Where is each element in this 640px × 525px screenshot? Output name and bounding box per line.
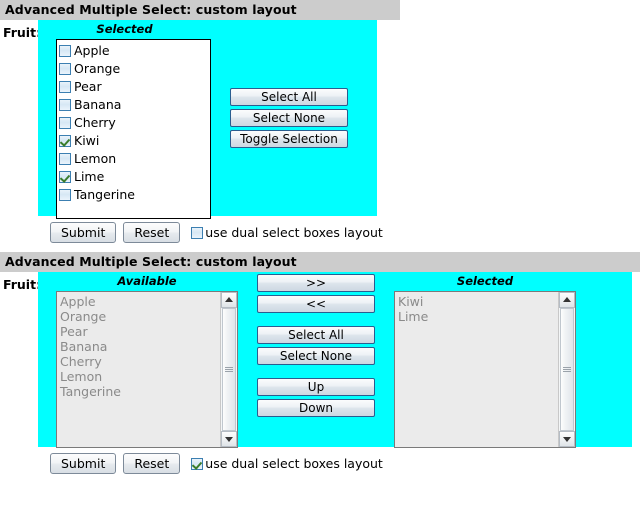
fruit-checkbox-label: Lemon: [74, 151, 117, 166]
scroll-up-arrow-icon[interactable]: [559, 292, 575, 308]
scroll-up-arrow-icon[interactable]: [221, 292, 237, 308]
panel1-dual-layout-label: use dual select boxes layout: [205, 225, 383, 240]
fruit-checkbox-label: Banana: [74, 97, 122, 112]
available-list-item[interactable]: Pear: [60, 324, 220, 339]
fruit-checkbox-row[interactable]: Banana: [59, 96, 210, 114]
fruit-checkbox-icon[interactable]: [59, 63, 71, 75]
scroll-grip-icon: [563, 366, 571, 373]
panel2-actions: Submit Reset use dual select boxes layou…: [0, 447, 640, 476]
fruit-checkbox-icon[interactable]: [59, 171, 71, 183]
panel2-button-column: >> << Select All Select None Up Down: [257, 272, 375, 417]
fruit-checkbox-label: Kiwi: [74, 133, 100, 148]
panel2-dual-layout-toggle[interactable]: use dual select boxes layout: [191, 456, 383, 471]
panel1-header-title: Advanced Multiple Select: custom layout: [0, 0, 400, 20]
fruit-checkbox-label: Lime: [74, 169, 105, 184]
scroll-grip-icon: [225, 366, 233, 373]
fruit-checkbox-label: Cherry: [74, 115, 116, 130]
panel2-up-button[interactable]: Up: [257, 378, 375, 396]
selected-list-item[interactable]: Lime: [398, 309, 558, 324]
fruit-checkbox-icon[interactable]: [59, 153, 71, 165]
fruit-checkbox-row[interactable]: Lemon: [59, 150, 210, 168]
available-column-title: Available: [117, 274, 177, 288]
available-list-item[interactable]: Lemon: [60, 369, 220, 384]
panel1-cyan-region: Selected Apple Orange Pear Banana Cherry Kiwi…: [38, 20, 377, 219]
fruit-checkbox-row[interactable]: Pear: [59, 78, 210, 96]
panel1-dual-layout-toggle[interactable]: use dual select boxes layout: [191, 225, 383, 240]
dual-layout-checkbox-icon[interactable]: [191, 226, 204, 239]
fruit-checkbox-label: Pear: [74, 79, 102, 94]
selected-list-item[interactable]: Kiwi: [398, 294, 558, 309]
panel-custom-layout-dual: Advanced Multiple Select: custom layout …: [0, 252, 640, 476]
fruit-checkbox-label: Orange: [74, 61, 121, 76]
fruit-checkbox-icon[interactable]: [59, 135, 71, 147]
available-scroll-thumb[interactable]: [222, 308, 236, 431]
panel2-header-title: Advanced Multiple Select: custom layout: [0, 252, 640, 272]
available-items[interactable]: Apple Orange Pear Banana Cherry Lemon Tangerin…: [57, 292, 220, 447]
fruit-checkbox-label: Apple: [74, 43, 110, 58]
panel2-forwardforward-button[interactable]: >>: [257, 274, 375, 292]
panel1-reset-button[interactable]: Reset: [123, 222, 181, 243]
available-list-item[interactable]: Orange: [60, 309, 220, 324]
fruit-checkbox-list[interactable]: Apple Orange Pear Banana Cherry Kiwi Lemon Lime…: [56, 39, 211, 219]
fruit-checkbox-icon[interactable]: [59, 189, 71, 201]
selected-listbox[interactable]: Kiwi Lime: [394, 291, 576, 448]
panel1-selected-column: Selected Apple Orange Pear Banana Cherry Kiwi…: [38, 20, 211, 219]
fruit-checkbox-icon[interactable]: [59, 45, 71, 57]
fruit-checkbox-icon[interactable]: [59, 81, 71, 93]
panel2-reset-button[interactable]: Reset: [123, 453, 181, 474]
fruit-checkbox-row[interactable]: Tangerine: [59, 186, 210, 204]
scroll-down-arrow-icon[interactable]: [559, 431, 575, 447]
panel2-down-button[interactable]: Down: [257, 399, 375, 417]
dual-layout-checkbox-icon[interactable]: [191, 457, 204, 470]
available-list-item[interactable]: Cherry: [60, 354, 220, 369]
available-list-item[interactable]: Apple: [60, 294, 220, 309]
available-list-item[interactable]: Tangerine: [60, 384, 220, 399]
panel2-field-label: Fruit:: [3, 277, 42, 292]
available-column: Available Apple Orange Pear Banana Cherry Lem…: [56, 272, 238, 448]
fruit-checkbox-row[interactable]: Cherry: [59, 114, 210, 132]
scroll-down-arrow-icon[interactable]: [221, 431, 237, 447]
panel1-select-all-button[interactable]: Select All: [230, 88, 348, 106]
panel1-toggle-selection-button[interactable]: Toggle Selection: [230, 130, 348, 148]
selected-items[interactable]: Kiwi Lime: [395, 292, 558, 447]
available-listbox[interactable]: Apple Orange Pear Banana Cherry Lemon Tangerin…: [56, 291, 238, 448]
fruit-checkbox-row[interactable]: Apple: [59, 42, 210, 60]
panel1-field-label: Fruit:: [3, 25, 42, 40]
fruit-checkbox-icon[interactable]: [59, 117, 71, 129]
selected-scroll-track[interactable]: [559, 308, 575, 431]
panel1-column-title: Selected: [96, 22, 153, 36]
selected-column: Selected Kiwi Lime: [394, 272, 576, 448]
selected-scrollbar[interactable]: [558, 292, 575, 447]
available-scrollbar[interactable]: [220, 292, 237, 447]
fruit-checkbox-icon[interactable]: [59, 99, 71, 111]
panel1-submit-button[interactable]: Submit: [50, 222, 117, 243]
fruit-checkbox-row[interactable]: Kiwi: [59, 132, 210, 150]
available-scroll-track[interactable]: [221, 308, 237, 431]
panel1-form-row: Fruit: Selected Apple Orange Pear Banana Che…: [0, 20, 640, 219]
fruit-checkbox-row[interactable]: Lime: [59, 168, 210, 186]
panel1-button-column: Select All Select None Toggle Selection: [230, 20, 348, 148]
fruit-checkbox-row[interactable]: Orange: [59, 60, 210, 78]
panel2-form-row: Fruit: Available Apple Orange Pear Banana Ch…: [0, 272, 640, 448]
available-list-item[interactable]: Banana: [60, 339, 220, 354]
panel2-submit-button[interactable]: Submit: [50, 453, 117, 474]
fruit-checkbox-label: Tangerine: [74, 187, 135, 202]
panel1-select-none-button[interactable]: Select None: [230, 109, 348, 127]
panel2-backback-button[interactable]: <<: [257, 295, 375, 313]
panel-custom-layout-single: Advanced Multiple Select: custom layout …: [0, 0, 640, 245]
panel2-select-none-button[interactable]: Select None: [257, 347, 375, 365]
panel2-select-all-button[interactable]: Select All: [257, 326, 375, 344]
selected-column-title: Selected: [456, 274, 514, 288]
panel2-cyan-region: Available Apple Orange Pear Banana Cherry Lem…: [38, 272, 632, 448]
selected-scroll-thumb[interactable]: [560, 308, 574, 431]
panel1-actions: Submit Reset use dual select boxes layou…: [0, 216, 640, 245]
panel2-dual-layout-label: use dual select boxes layout: [205, 456, 383, 471]
